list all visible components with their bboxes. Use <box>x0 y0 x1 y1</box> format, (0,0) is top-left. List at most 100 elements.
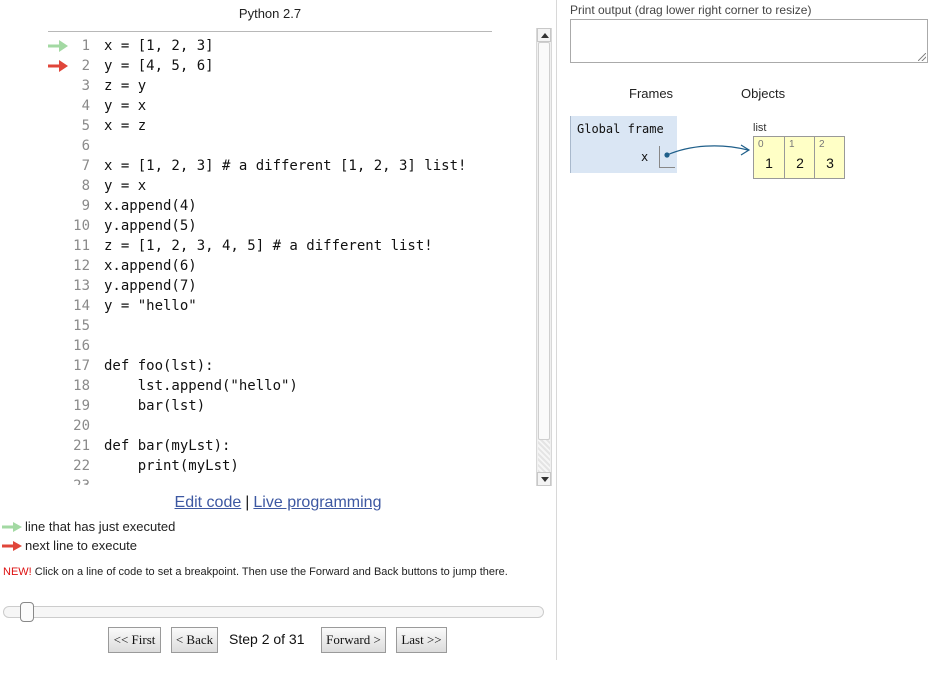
edit-code-link[interactable]: Edit code <box>175 494 242 511</box>
line-number[interactable]: 15 <box>66 316 90 336</box>
line-number[interactable]: 9 <box>66 196 90 216</box>
code-text: z = [1, 2, 3, 4, 5] # a different list! <box>104 238 433 254</box>
global-frame: Global frame x <box>570 116 677 173</box>
list-index: 0 <box>758 139 764 150</box>
live-programming-link[interactable]: Live programming <box>253 494 381 511</box>
line-number[interactable]: 23 <box>66 476 90 485</box>
code-text: y = [4, 5, 6] <box>104 58 214 74</box>
frames-header: Frames <box>629 86 674 101</box>
legend-next-label: next line to execute <box>25 538 138 553</box>
next-line-arrow-icon <box>48 60 68 72</box>
resize-grip-icon[interactable] <box>918 53 926 61</box>
code-line[interactable]: 20 <box>0 416 536 436</box>
line-number[interactable]: 17 <box>66 356 90 376</box>
code-text: lst.append("hello") <box>104 378 298 394</box>
list-object: 0 1 1 2 2 3 <box>753 136 845 179</box>
list-value: 3 <box>826 155 834 171</box>
forward-button[interactable]: Forward > <box>321 627 386 653</box>
line-number[interactable]: 16 <box>66 336 90 356</box>
link-separator: | <box>245 494 250 511</box>
scroll-up-button[interactable] <box>537 28 551 42</box>
notice-text: Click on a line of code to set a breakpo… <box>31 566 508 578</box>
code-line[interactable]: 10 y.append(5) <box>0 216 536 236</box>
code-line[interactable]: 16 <box>0 336 536 356</box>
code-line[interactable]: 12 x.append(6) <box>0 256 536 276</box>
header-divider <box>48 31 492 32</box>
code-line[interactable]: 14 y = "hello" <box>0 296 536 316</box>
line-number[interactable]: 10 <box>66 216 90 236</box>
code-text: x = z <box>104 118 147 134</box>
code-scrollbar[interactable] <box>536 28 552 486</box>
list-index: 2 <box>819 139 825 150</box>
code-line[interactable]: 9 x.append(4) <box>0 196 536 216</box>
line-number[interactable]: 5 <box>66 116 90 136</box>
print-output-box[interactable] <box>570 19 928 63</box>
code-text: def bar(myLst): <box>104 438 231 454</box>
chevron-up-icon <box>541 33 549 38</box>
new-badge: NEW! <box>3 566 32 578</box>
list-cell: 0 1 <box>754 137 784 178</box>
red-arrow-icon <box>2 541 22 551</box>
line-number[interactable]: 11 <box>66 236 90 256</box>
code-line[interactable]: 1 x = [1, 2, 3] <box>0 36 536 56</box>
code-text: def foo(lst): <box>104 358 214 374</box>
code-line[interactable]: 4 y = x <box>0 96 536 116</box>
first-button[interactable]: << First <box>108 627 161 653</box>
line-number[interactable]: 18 <box>66 376 90 396</box>
list-cell: 2 3 <box>814 137 844 178</box>
line-number[interactable]: 4 <box>66 96 90 116</box>
code-text: z = y <box>104 78 147 94</box>
line-number[interactable]: 14 <box>66 296 90 316</box>
code-line[interactable]: 23 <box>0 476 536 485</box>
code-line[interactable]: 13 y.append(7) <box>0 276 536 296</box>
scroll-thumb[interactable] <box>538 42 550 440</box>
step-slider[interactable] <box>3 606 544 618</box>
line-number[interactable]: 2 <box>66 56 90 76</box>
line-number[interactable]: 19 <box>66 396 90 416</box>
code-line[interactable]: 18 lst.append("hello") <box>0 376 536 396</box>
code-text: x.append(6) <box>104 258 197 274</box>
code-line[interactable]: 5 x = z <box>0 116 536 136</box>
executed-line-arrow-icon <box>48 40 68 52</box>
global-frame-title: Global frame <box>577 122 664 136</box>
line-number[interactable]: 22 <box>66 456 90 476</box>
line-number[interactable]: 7 <box>66 156 90 176</box>
back-button[interactable]: < Back <box>171 627 218 653</box>
code-line[interactable]: 21 def bar(myLst): <box>0 436 536 456</box>
line-number[interactable]: 12 <box>66 256 90 276</box>
print-output-label: Print output (drag lower right corner to… <box>570 3 812 17</box>
scroll-down-button[interactable] <box>537 472 551 486</box>
language-header: Python 2.7 <box>238 6 302 21</box>
list-value: 2 <box>796 155 804 171</box>
line-number[interactable]: 20 <box>66 416 90 436</box>
code-line[interactable]: 7 x = [1, 2, 3] # a different [1, 2, 3] l… <box>0 156 536 176</box>
list-value: 1 <box>765 155 773 171</box>
code-line[interactable]: 22 print(myLst) <box>0 456 536 476</box>
frame-variable-name: x <box>641 150 649 164</box>
code-line[interactable]: 11 z = [1, 2, 3, 4, 5] # a different list… <box>0 236 536 256</box>
line-number[interactable]: 13 <box>66 276 90 296</box>
code-line[interactable]: 2 y = [4, 5, 6] <box>0 56 536 76</box>
code-text: y.append(5) <box>104 218 197 234</box>
list-index: 1 <box>789 139 795 150</box>
code-line[interactable]: 17 def foo(lst): <box>0 356 536 376</box>
line-number[interactable]: 1 <box>66 36 90 56</box>
line-number[interactable]: 3 <box>66 76 90 96</box>
line-number[interactable]: 8 <box>66 176 90 196</box>
code-line[interactable]: 3 z = y <box>0 76 536 96</box>
code-line[interactable]: 6 <box>0 136 536 156</box>
step-counter: Step 2 of 31 <box>229 631 305 647</box>
list-type-label: list <box>753 122 767 134</box>
scroll-track[interactable] <box>538 440 550 472</box>
last-button[interactable]: Last >> <box>396 627 447 653</box>
code-line[interactable]: 19 bar(lst) <box>0 396 536 416</box>
slider-handle[interactable] <box>20 602 34 622</box>
line-number[interactable]: 6 <box>66 136 90 156</box>
code-line[interactable]: 8 y = x <box>0 176 536 196</box>
pointer-arrow <box>666 145 749 156</box>
code-display: 1 x = [1, 2, 3] 2 y = [4, 5, 6] 3 z = y 4 y = x… <box>0 36 536 485</box>
chevron-down-icon <box>541 477 549 482</box>
line-number[interactable]: 21 <box>66 436 90 456</box>
code-panel: Python 2.7 1 x = [1, 2, 3] 2 y = [4, 5, 6] 3… <box>0 0 556 673</box>
code-line[interactable]: 15 <box>0 316 536 336</box>
